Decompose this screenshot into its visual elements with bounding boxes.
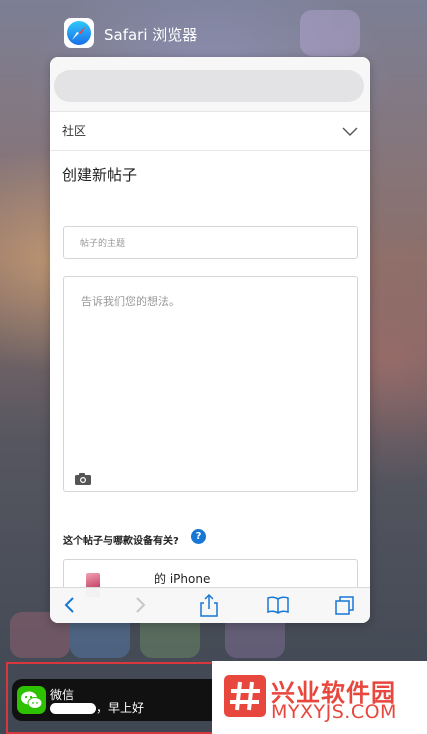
safari-app-card[interactable]: 社区 创建新帖子 帖子的主题 告诉我们您的想法。 这个帖子与哪款设备有关? ? … (50, 57, 370, 623)
address-bar[interactable] (54, 70, 364, 102)
forward-icon[interactable] (132, 595, 148, 619)
device-name: 的 iPhone (154, 572, 211, 586)
post-subject-input[interactable]: 帖子的主题 (63, 226, 358, 259)
post-subject-placeholder: 帖子的主题 (80, 239, 126, 249)
chevron-down-icon (342, 122, 358, 141)
notification-message: ，早上好 (96, 701, 145, 715)
address-bar-area (50, 57, 370, 111)
help-icon[interactable]: ? (191, 529, 206, 544)
page-title: 创建新帖子 (62, 166, 138, 184)
notification-app-name: 微信 (50, 688, 75, 702)
site-watermark: 兴业软件园 MYXYJS.COM (212, 661, 427, 734)
share-icon[interactable] (200, 593, 218, 621)
post-body-textarea[interactable]: 告诉我们您的想法。 (63, 276, 358, 492)
safari-toolbar (50, 587, 370, 623)
watermark-english-text: MYXYJS.COM (271, 701, 397, 723)
community-selector[interactable]: 社区 (50, 111, 370, 151)
app-switcher-title: Safari 浏览器 (104, 26, 198, 44)
redacted-sender-name (50, 703, 96, 714)
blurred-app-icon (300, 10, 360, 56)
wechat-icon (17, 686, 46, 714)
bookmarks-icon[interactable] (266, 595, 290, 619)
community-selector-label: 社区 (62, 124, 87, 138)
tabs-icon[interactable] (334, 595, 356, 621)
camera-icon[interactable] (74, 471, 92, 490)
device-question-label: 这个帖子与哪款设备有关? (63, 536, 179, 547)
wechat-notification-banner[interactable]: 微信 ，早上好 (12, 679, 212, 721)
hash-logo-icon (224, 675, 266, 717)
post-body-placeholder: 告诉我们您的想法。 (81, 295, 180, 308)
back-icon[interactable] (62, 595, 78, 619)
safari-compass-icon[interactable] (64, 18, 94, 48)
